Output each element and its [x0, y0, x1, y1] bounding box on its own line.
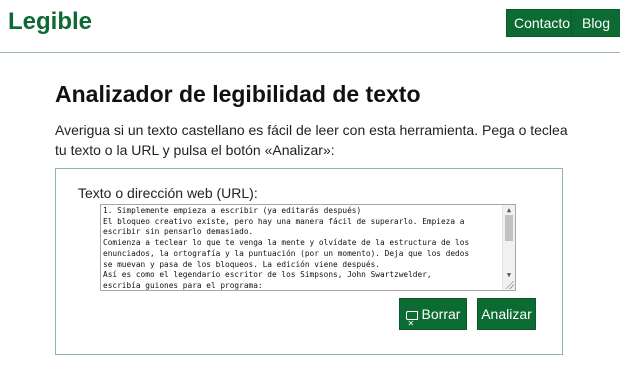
- eraser-icon: [405, 309, 418, 339]
- text-input[interactable]: 1. Simplemente empieza a escribir (ya ed…: [100, 204, 516, 291]
- intro-text: Averigua si un texto castellano es fácil…: [55, 122, 568, 158]
- scroll-down-arrow-icon[interactable]: ▼: [505, 271, 513, 279]
- blog-button[interactable]: Blog: [571, 9, 620, 37]
- resize-grip-icon[interactable]: [506, 281, 514, 289]
- analyze-button[interactable]: Analizar: [477, 298, 536, 330]
- site-logo[interactable]: Legible: [8, 8, 92, 36]
- text-line: 1. Simplemente empieza a escribir (ya ed…: [103, 206, 362, 215]
- textarea-scrollbar[interactable]: ▲ ▼: [502, 205, 515, 290]
- clear-button-label: Borrar: [421, 306, 461, 322]
- text-line: se muevan y pasa de los bloqueos. La edi…: [103, 259, 380, 269]
- text-field-label: Texto o dirección web (URL):: [78, 185, 258, 201]
- text-line: enunciados, la ortografía y la puntuació…: [103, 248, 470, 258]
- text-line: escribir sin pensarlo demasiado.: [103, 227, 254, 237]
- text-line: Comienza a teclear lo que te venga la me…: [103, 238, 470, 248]
- text-line: El bloqueo creativo existe, pero hay una…: [103, 216, 465, 226]
- scroll-thumb[interactable]: [505, 215, 513, 241]
- page-title: Analizador de legibilidad de texto: [55, 81, 421, 107]
- text-line: Así es como el legendario escritor de lo…: [103, 270, 432, 280]
- contacto-button[interactable]: Contacto: [506, 9, 577, 37]
- analyzer-panel: Texto o dirección web (URL): 1. Simpleme…: [55, 168, 563, 355]
- header-divider: [0, 52, 620, 53]
- text-line: escribía guiones para el programa:: [103, 280, 263, 290]
- clear-button[interactable]: Borrar: [399, 298, 467, 339]
- scroll-up-arrow-icon[interactable]: ▲: [505, 206, 513, 214]
